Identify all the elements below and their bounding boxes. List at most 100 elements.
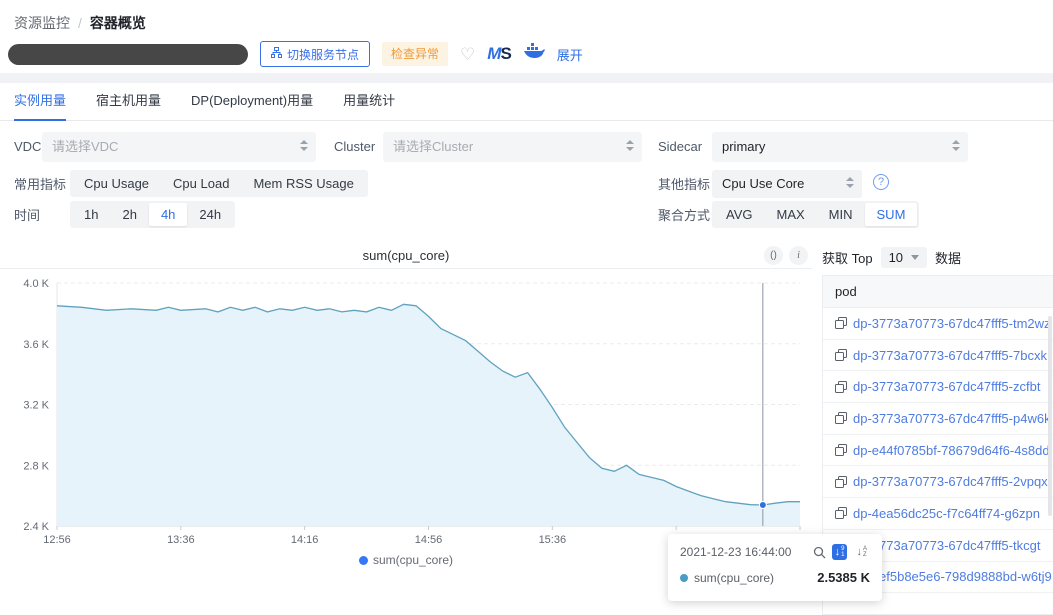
svg-text:14:56: 14:56 — [415, 534, 443, 546]
top-n-select[interactable]: 10 — [881, 247, 927, 268]
help-icon[interactable]: ? — [873, 174, 889, 190]
favorite-heart-icon[interactable]: ♡ — [460, 46, 475, 63]
agg-sum-button[interactable]: SUM — [865, 203, 918, 226]
agg-group: AVG MAX MIN SUM — [712, 201, 919, 228]
pod-link[interactable]: dp-3773a70773-67dc47fff5-zcfbt — [853, 379, 1040, 394]
time-1h-button[interactable]: 1h — [72, 203, 110, 226]
metric-cpu-load-button[interactable]: Cpu Load — [161, 172, 241, 195]
chart-tooltip: 2021-12-23 16:44:00 ↓91 ↓AZ sum(cpu_core… — [668, 534, 882, 601]
brackets-icon[interactable]: () — [764, 246, 783, 265]
chart-title: sum(cpu_core) — [0, 244, 812, 268]
pod-link[interactable]: dp-4ea56dc25c-f7c64ff74-g6zpn — [853, 506, 1040, 521]
copy-icon[interactable] — [835, 476, 847, 488]
copy-icon[interactable] — [835, 349, 847, 361]
redacted-service-name — [8, 44, 248, 65]
sidecar-label: Sidecar — [658, 132, 702, 162]
common-metrics-group: Cpu Usage Cpu Load Mem RSS Usage — [70, 170, 368, 197]
sitemap-icon — [271, 47, 282, 61]
time-4h-button[interactable]: 4h — [149, 203, 187, 226]
pod-link[interactable]: dp-3773a70773-67dc47fff5-2vpqx — [853, 474, 1048, 489]
updown-icon — [300, 140, 308, 154]
svg-text:15:36: 15:36 — [539, 534, 567, 546]
updown-icon — [626, 140, 634, 154]
copy-icon[interactable] — [835, 317, 847, 329]
svg-text:12:56: 12:56 — [43, 534, 71, 546]
info-icon[interactable]: i — [789, 246, 808, 265]
copy-icon[interactable] — [835, 412, 847, 424]
time-24h-button[interactable]: 24h — [187, 203, 233, 226]
cluster-label: Cluster — [334, 132, 375, 162]
svg-text:3.6 K: 3.6 K — [23, 339, 49, 351]
switch-service-node-button[interactable]: 切换服务节点 — [260, 41, 370, 67]
chart-canvas[interactable]: 4.0 K3.6 K3.2 K2.8 K2.4 K12:5613:3614:16… — [0, 269, 812, 557]
legend-label: sum(cpu_core) — [373, 553, 453, 567]
sidecar-select[interactable]: primary — [712, 132, 968, 162]
agg-label: 聚合方式 — [658, 201, 710, 231]
table-row: dp-3773a70773-67dc47fff5-tm2wz — [823, 308, 1053, 340]
tooltip-timestamp: 2021-12-23 16:44:00 — [680, 545, 791, 559]
check-anomaly-button[interactable]: 检查异常 — [382, 42, 448, 66]
agg-min-button[interactable]: MIN — [817, 203, 865, 226]
table-row: dp-3773a70773-67dc47fff5-7bcxk — [823, 340, 1053, 372]
chart-header: sum(cpu_core) () i — [0, 244, 812, 268]
toolbar: 切换服务节点 检查异常 ♡ MS 展开 — [8, 41, 583, 67]
top-n-suffix: 数据 — [935, 248, 961, 267]
other-metric-label: 其他指标 — [658, 170, 710, 200]
table-row: dp-3773a70773-67dc47fff5-p4w6k — [823, 403, 1053, 435]
pod-link[interactable]: dp-e44f0785bf-78679d64f6-4s8dd — [853, 443, 1050, 458]
updown-icon — [952, 140, 960, 154]
pod-link[interactable]: dp-def5b8e5e6-798d9888bd-w6tj9 — [853, 569, 1052, 584]
copy-icon[interactable] — [835, 381, 847, 393]
legend-dot-icon — [359, 556, 368, 565]
breadcrumb-parent[interactable]: 资源监控 — [14, 13, 70, 33]
time-range-group: 1h 2h 4h 24h — [70, 201, 235, 228]
top-n-selector: 获取 Top 10 数据 — [822, 247, 961, 268]
metric-cpu-usage-button[interactable]: Cpu Usage — [72, 172, 161, 195]
tab-instance-usage[interactable]: 实例用量 — [14, 83, 66, 121]
vdc-select[interactable]: 请选择VDC — [42, 132, 316, 162]
pod-link[interactable]: dp-3773a70773-67dc47fff5-tm2wz — [853, 316, 1051, 331]
table-row: dp-4ea56dc25c-f7c64ff74-g6zpn — [823, 498, 1053, 530]
expand-link[interactable]: 展开 — [557, 45, 583, 64]
updown-icon — [846, 177, 854, 191]
sort-by-value-icon[interactable]: ↓91 — [832, 544, 848, 560]
top-n-prefix: 获取 Top — [822, 248, 873, 267]
metric-mem-rss-button[interactable]: Mem RSS Usage — [241, 172, 365, 195]
time-2h-button[interactable]: 2h — [110, 203, 148, 226]
cpu-core-chart[interactable]: 4.0 K3.6 K3.2 K2.8 K2.4 K12:5613:3614:16… — [0, 268, 812, 558]
table-row: dp-3773a70773-67dc47fff5-zcfbt — [823, 371, 1053, 403]
table-row: dp-3773a70773-67dc47fff5-2vpqx — [823, 466, 1053, 498]
tooltip-series-name: sum(cpu_core) — [694, 571, 774, 585]
search-icon[interactable] — [813, 546, 826, 559]
svg-text:3.2 K: 3.2 K — [23, 400, 49, 412]
page-title: 容器概览 — [90, 13, 146, 33]
cluster-select[interactable]: 请选择Cluster — [383, 132, 642, 162]
docker-whale-icon[interactable] — [523, 43, 545, 65]
tooltip-series-dot-icon — [680, 574, 688, 582]
vdc-label: VDC — [14, 132, 41, 162]
copy-icon[interactable] — [835, 507, 847, 519]
ms-logo[interactable]: MS — [487, 44, 511, 64]
agg-max-button[interactable]: MAX — [765, 203, 817, 226]
agg-avg-button[interactable]: AVG — [714, 203, 765, 226]
sort-alphabetical-icon[interactable]: ↓AZ — [853, 544, 870, 560]
section-divider — [0, 73, 1053, 83]
table-scrollbar[interactable] — [1048, 316, 1052, 516]
tab-deployment-usage[interactable]: DP(Deployment)用量 — [191, 83, 313, 121]
time-label: 时间 — [14, 201, 40, 231]
tooltip-value: 2.5385 K — [817, 570, 870, 585]
tab-host-usage[interactable]: 宿主机用量 — [96, 83, 161, 121]
breadcrumb-separator: / — [78, 15, 82, 31]
pod-link[interactable]: dp-3773a70773-67dc47fff5-p4w6k — [853, 411, 1051, 426]
page: 资源监控 / 容器概览 切换服务节点 检查异常 ♡ MS 展开 实例用量 宿主机… — [0, 0, 1053, 615]
table-row: dp-e44f0785bf-78679d64f6-4s8dd — [823, 435, 1053, 467]
svg-text:2.8 K: 2.8 K — [23, 460, 49, 472]
breadcrumb: 资源监控 / 容器概览 — [14, 13, 146, 33]
other-metric-select[interactable]: Cpu Use Core — [712, 170, 862, 198]
tab-usage-stats[interactable]: 用量统计 — [343, 83, 395, 121]
copy-icon[interactable] — [835, 444, 847, 456]
pod-link[interactable]: dp-3773a70773-67dc47fff5-7bcxk — [853, 348, 1047, 363]
pod-column-header: pod — [823, 276, 1053, 308]
tab-bar: 实例用量 宿主机用量 DP(Deployment)用量 用量统计 — [0, 83, 1053, 121]
svg-text:13:36: 13:36 — [167, 534, 195, 546]
